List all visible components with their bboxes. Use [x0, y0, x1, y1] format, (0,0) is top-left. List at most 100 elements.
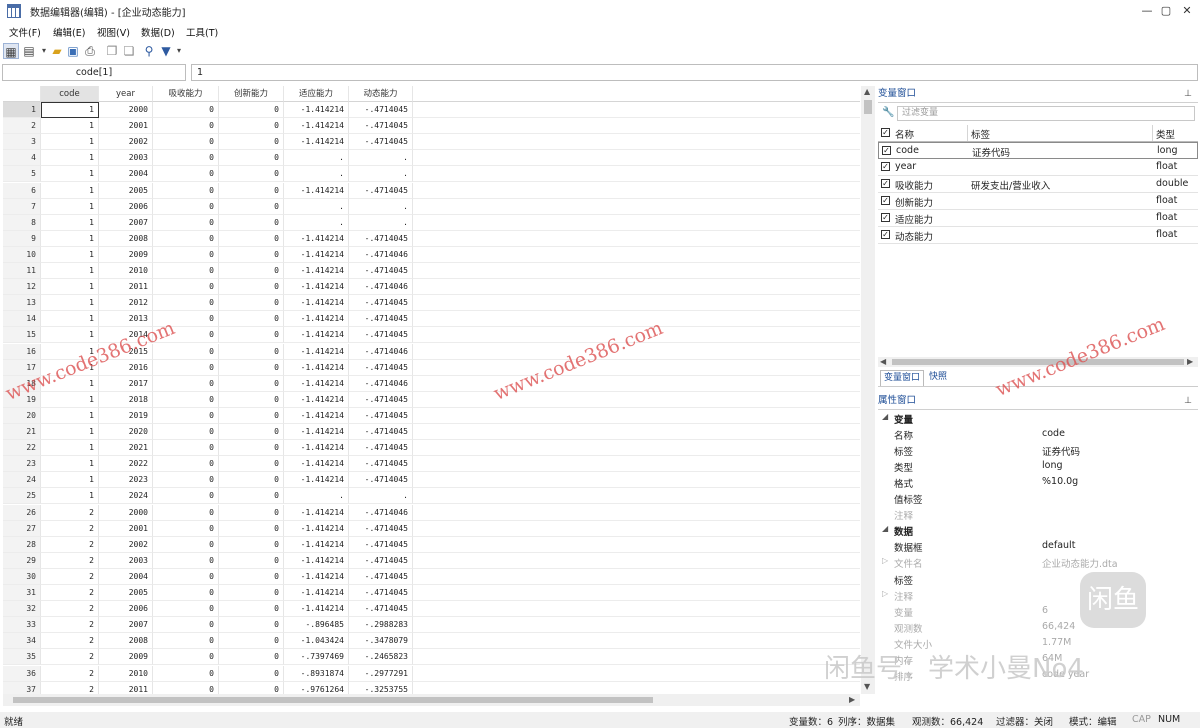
data-cell[interactable]: 2023	[99, 472, 153, 489]
data-cell[interactable]: .	[349, 166, 413, 183]
empty-cell[interactable]	[413, 456, 860, 473]
data-cell[interactable]: 0	[219, 391, 284, 408]
save-icon[interactable]: ▣	[65, 43, 81, 59]
row-number[interactable]: 14	[3, 311, 41, 328]
empty-cell[interactable]	[413, 617, 860, 634]
empty-cell[interactable]	[413, 553, 860, 569]
checkbox[interactable]: ✓	[882, 146, 891, 155]
menu-tools[interactable]: 工具(T)	[186, 25, 218, 39]
data-cell[interactable]: -.4714046	[349, 343, 413, 360]
data-cell[interactable]: .	[349, 214, 413, 231]
data-cell[interactable]: 0	[219, 504, 284, 521]
menu-view[interactable]: 视图(V)	[97, 25, 130, 39]
data-cell[interactable]: -.4714045	[349, 263, 413, 279]
row-number[interactable]: 2	[3, 118, 41, 135]
empty-cell[interactable]	[413, 295, 860, 312]
row-number[interactable]: 22	[3, 440, 41, 457]
row-number[interactable]: 30	[3, 568, 41, 585]
property-row[interactable]: 标签	[878, 571, 1198, 587]
variable-row[interactable]: ✓ code 证券代码 long	[878, 142, 1198, 159]
checkbox[interactable]: ✓	[881, 213, 890, 222]
data-cell[interactable]: 0	[153, 536, 219, 553]
data-cell[interactable]: 0	[153, 633, 219, 650]
data-cell[interactable]: 0	[153, 150, 219, 167]
data-cell[interactable]: .	[349, 150, 413, 167]
data-cell[interactable]: -1.414214	[284, 102, 349, 118]
row-number[interactable]: 31	[3, 585, 41, 601]
data-cell[interactable]: 0	[219, 424, 284, 440]
filter-dropdown-icon[interactable]: ▾	[171, 43, 187, 59]
grid-corner[interactable]	[3, 86, 41, 102]
data-cell[interactable]: .	[284, 150, 349, 167]
row-number[interactable]: 4	[3, 150, 41, 167]
data-cell[interactable]: -.4714046	[349, 375, 413, 392]
empty-cell[interactable]	[413, 601, 860, 618]
data-cell[interactable]: -.4714045	[349, 424, 413, 440]
data-cell[interactable]: -.896485	[284, 617, 349, 634]
search-icon[interactable]: ⚲	[141, 43, 157, 59]
data-cell[interactable]: -.4714046	[349, 279, 413, 296]
column-header-year[interactable]: year	[99, 86, 153, 102]
empty-cell[interactable]	[413, 569, 860, 585]
row-number[interactable]: 24	[3, 472, 41, 489]
data-cell[interactable]: -.4714045	[349, 520, 413, 537]
data-cell[interactable]: 0	[219, 375, 284, 392]
horizontal-scroll-thumb[interactable]	[13, 697, 653, 703]
empty-cell[interactable]	[413, 118, 860, 135]
data-cell[interactable]: 1	[41, 456, 99, 473]
data-cell[interactable]: -.2465823	[349, 649, 413, 666]
data-cell[interactable]: -1.414214	[284, 472, 349, 489]
data-cell[interactable]: 1	[41, 295, 99, 312]
data-cell[interactable]: 2	[41, 617, 99, 634]
row-number[interactable]: 36	[3, 665, 41, 682]
data-cell[interactable]: 0	[219, 472, 284, 489]
data-cell[interactable]: 0	[219, 585, 284, 601]
data-cell[interactable]: -1.414214	[284, 375, 349, 392]
empty-cell[interactable]	[413, 150, 860, 167]
scroll-right-icon[interactable]: ▶	[1187, 357, 1193, 366]
data-cell[interactable]: -1.414214	[284, 295, 349, 312]
checkbox[interactable]: ✓	[881, 230, 890, 239]
row-number[interactable]: 7	[3, 198, 41, 215]
data-cell[interactable]: 2003	[99, 150, 153, 167]
paste-icon[interactable]: ❏	[121, 43, 137, 59]
data-cell[interactable]: 2	[41, 536, 99, 553]
data-cell[interactable]: .	[349, 198, 413, 215]
data-cell[interactable]: 1	[41, 230, 99, 247]
data-cell[interactable]: -.9761264	[284, 681, 349, 694]
data-cell[interactable]: -1.414214	[284, 440, 349, 457]
column-header-innovate[interactable]: 创新能力	[219, 86, 284, 102]
data-grid[interactable]: code year 吸收能力 创新能力 适应能力 动态能力 1 1 2000 0 0 -1…	[3, 86, 860, 694]
data-cell[interactable]: 1	[41, 407, 99, 424]
data-cell[interactable]: 2004	[99, 166, 153, 183]
data-cell[interactable]: 0	[153, 504, 219, 521]
data-cell[interactable]: -.2977291	[349, 665, 413, 682]
data-cell[interactable]: 2007	[99, 214, 153, 231]
data-cell[interactable]: 0	[219, 407, 284, 424]
checkbox[interactable]: ✓	[881, 162, 890, 171]
data-cell[interactable]: -.4714045	[349, 536, 413, 553]
empty-cell[interactable]	[413, 488, 860, 505]
vertical-scrollbar[interactable]: ▲ ▼	[861, 86, 875, 694]
data-cell[interactable]: -.4714046	[349, 504, 413, 521]
empty-cell[interactable]	[413, 424, 860, 440]
data-cell[interactable]: 1	[41, 102, 99, 118]
data-cell[interactable]: 2007	[99, 617, 153, 634]
empty-cell[interactable]	[413, 633, 860, 650]
data-cell[interactable]: 0	[219, 279, 284, 296]
data-cell[interactable]: -1.414214	[284, 279, 349, 296]
data-cell[interactable]: 0	[153, 166, 219, 183]
data-cell[interactable]: 0	[153, 520, 219, 537]
data-cell[interactable]: 0	[153, 214, 219, 231]
data-cell[interactable]: -1.414214	[284, 601, 349, 618]
data-cell[interactable]: 2	[41, 552, 99, 569]
row-number[interactable]: 11	[3, 263, 41, 279]
vertical-scroll-thumb[interactable]	[864, 100, 872, 114]
empty-cell[interactable]	[413, 440, 860, 457]
property-row[interactable]: ▷ 文件名 企业动态能力.dta	[878, 554, 1198, 570]
data-cell[interactable]: .	[284, 198, 349, 215]
data-cell[interactable]: 2	[41, 585, 99, 601]
data-cell[interactable]: 0	[219, 601, 284, 618]
empty-cell[interactable]	[413, 472, 860, 489]
data-cell[interactable]: -.4714046	[349, 246, 413, 263]
